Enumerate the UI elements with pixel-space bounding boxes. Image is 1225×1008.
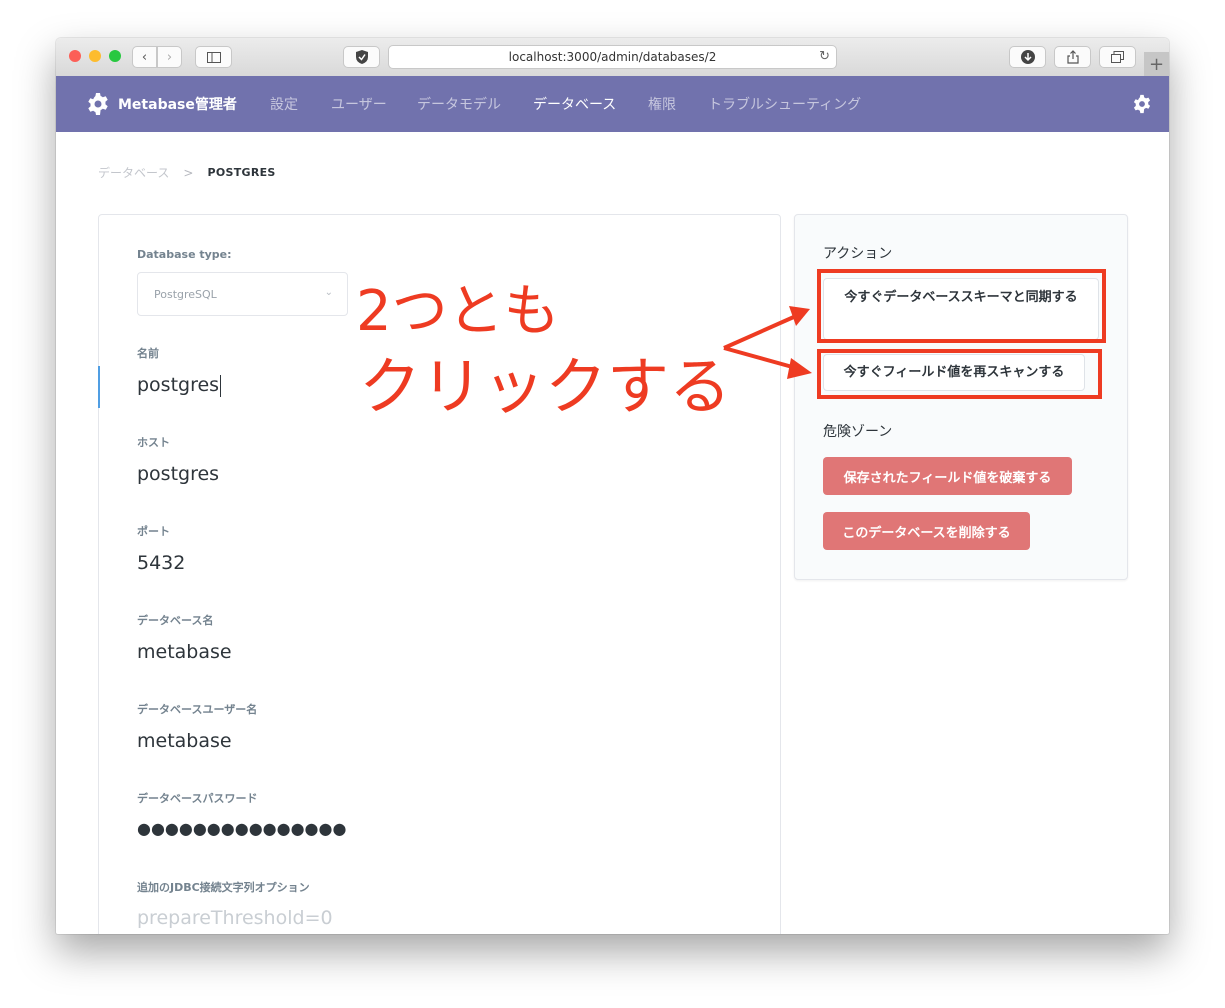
arrow-head-lower: [787, 358, 812, 379]
arrow-line-upper: [723, 314, 797, 350]
arrow-line-lower: [723, 346, 797, 370]
annotation-arrows: [723, 306, 812, 379]
browser-window: ‹ › localhost:3000/admin/databases/2 ↻ +: [56, 38, 1169, 934]
